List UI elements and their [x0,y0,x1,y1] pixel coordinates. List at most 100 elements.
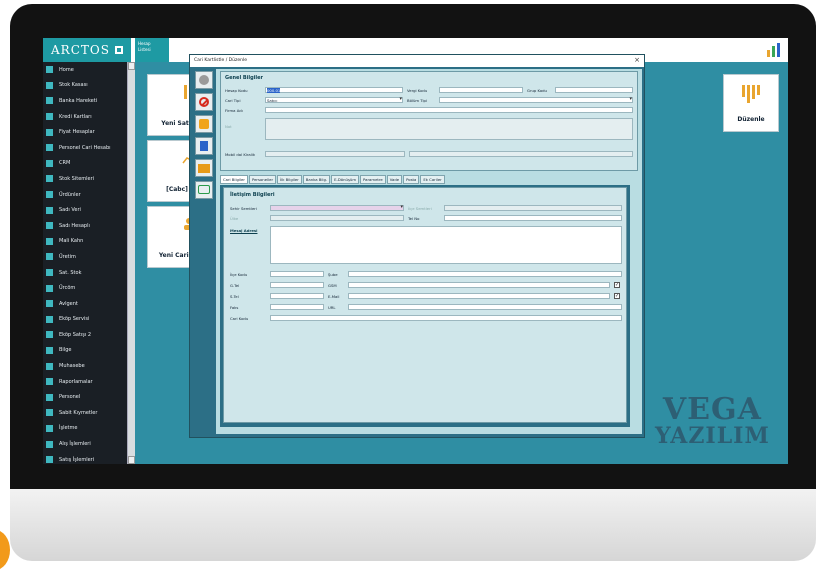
sidebar-item[interactable]: Bilge [43,343,127,359]
finance-icon [46,237,53,245]
section-type-select[interactable] [439,96,633,103]
sidebar-item-label: Üretim [59,253,76,260]
branch-field[interactable] [348,271,622,277]
account-code-field[interactable]: 000.01 [265,87,403,93]
country-field[interactable] [270,215,404,221]
dialog-tab[interactable]: İlk Bilgiler [277,175,302,184]
close-icon[interactable]: × [634,56,640,64]
sidebar-item-label: Alış İşlemleri [59,441,91,448]
chart-settings-icon[interactable] [766,42,782,58]
branch-label: Şube [328,272,338,277]
document-button[interactable] [195,137,213,155]
sidebar-item[interactable]: Personel Cari Hesabı [43,140,127,156]
watermark-line1: VEGA [662,392,762,427]
tax-code-field[interactable] [439,87,523,93]
gsm-field[interactable] [348,282,610,288]
sidebar-item[interactable]: Personel [43,389,127,405]
dialog-tab[interactable]: Banka Bilg. [302,175,331,184]
message-button[interactable] [195,181,213,199]
sidebar-item[interactable]: Raporlamalar [43,374,127,390]
sidebar-item-label: Kredi Kartları [59,113,92,120]
sidebar-item[interactable]: Sadı Hesaplı [43,218,127,234]
folder-button[interactable] [195,159,213,177]
sidebar-item[interactable]: İşletme [43,421,127,437]
sidebar-item[interactable]: Stok Sitemleri [43,171,127,187]
sidebar-item[interactable]: Home [43,62,127,78]
phone-field[interactable] [270,282,324,288]
sidebar-scrollbar[interactable] [127,62,135,464]
sidebar-item-label: Eköp Servisi [59,316,90,323]
dialog-tab[interactable]: Ek Cariler [420,175,445,184]
document-icon [200,141,208,151]
sidebar-item-label: Sabit Kıymetler [59,409,98,416]
sidebar-item[interactable]: Avlgent [43,296,127,312]
email-checkbox[interactable]: ✓ [614,293,620,299]
group-code-field[interactable] [555,87,633,93]
note-field[interactable] [265,118,633,140]
dialog-tab[interactable]: Vade [386,175,403,184]
sidebar-item-label: Sadı Hesaplı [59,222,90,229]
cancel-button[interactable] [195,93,213,111]
dialog-tab[interactable]: Personeller [248,175,277,184]
sidebar-item[interactable]: Muhasebe [43,358,127,374]
sidebar-item[interactable]: Satış İşlemleri [43,452,127,464]
sidebar-item-label: Muhasebe [59,363,85,370]
dialog-tab[interactable]: E-Dönüşüm [331,175,360,184]
brand-logo[interactable]: ARCTOS [43,38,131,62]
sidebar-item[interactable]: Banka Hareketi [43,93,127,109]
dialog-tab[interactable]: Parametre [360,175,386,184]
address-field[interactable] [270,226,622,264]
account-type-select[interactable]: Satıcı [265,96,403,103]
sidebar-item[interactable]: Kredi Kartları [43,109,127,125]
district-code-field[interactable] [270,271,324,277]
mobile-field-1[interactable] [265,151,405,157]
sidebar-item[interactable]: Fiyat Hesaplar [43,124,127,140]
url-field[interactable] [348,304,622,310]
mobile-field-2[interactable] [409,151,633,157]
sidebar-item[interactable]: Ürcöm [43,280,127,296]
data-icon [46,206,53,214]
account-code2-field[interactable] [270,315,622,321]
city-select[interactable] [270,204,404,211]
folder-icon [198,164,210,173]
agent-icon [46,300,53,308]
scroll-up-icon[interactable] [128,62,135,70]
dashboard-card-edit[interactable]: Düzenle [723,74,779,132]
sidebar-item-label: Sadı Veri [59,207,81,214]
gsm-checkbox[interactable]: ✓ [614,282,620,288]
sidebar-item[interactable]: Sabit Kıymetler [43,405,127,421]
district-field[interactable] [444,205,622,211]
save-icon [199,119,209,129]
sidebar-item[interactable]: Alış İşlemleri [43,436,127,452]
second-phone-field[interactable] [270,293,324,299]
company-name-label: Firma Adı [225,108,243,113]
dialog-title-bar[interactable]: Cari Kartlistle / Düzenle × [190,55,644,67]
sidebar-item[interactable]: Stok Kasası [43,78,127,94]
sidebar-item[interactable]: Eköp Servisi [43,312,127,328]
phone-no-field[interactable] [444,215,622,221]
sidebar-item[interactable]: Sadı Veri [43,202,127,218]
app-screen: ARCTOS Hesap Listesi Home Stok Kasası Bank… [43,38,788,464]
company-name-field[interactable] [265,107,633,113]
save-button[interactable] [195,115,213,133]
scroll-down-icon[interactable] [128,456,135,464]
email-field[interactable] [348,293,610,299]
sidebar-item[interactable]: Ürdünler [43,187,127,203]
mobile-label: Mobil dal Kiralik [225,152,256,157]
stock-icon [46,175,53,183]
sidebar-item[interactable]: Mali Kahn [43,234,127,250]
sidebar-item[interactable]: Sat. Stok [43,265,127,281]
top-tab[interactable]: Hesap Listesi [135,38,169,62]
menu-toggle-icon[interactable] [114,46,123,54]
customer-edit-dialog: Cari Kartlistle / Düzenle × Genel Bilgil… [189,54,645,438]
decorative-orange-shape [0,530,10,570]
address-label: Mesaj Adresi [230,228,258,233]
fax-field[interactable] [270,304,324,310]
new-button[interactable] [195,71,213,89]
contact-area: İletişim Bilgileri Sehir Semtleri İlçe S… [220,185,630,427]
dialog-tab[interactable]: Cari Bilgiler [220,175,248,184]
sidebar-item[interactable]: Eköp Satışı 2 [43,327,127,343]
dialog-tab[interactable]: Posta [403,175,420,184]
sidebar-item[interactable]: Üretim [43,249,127,265]
sidebar-item[interactable]: CRM [43,156,127,172]
